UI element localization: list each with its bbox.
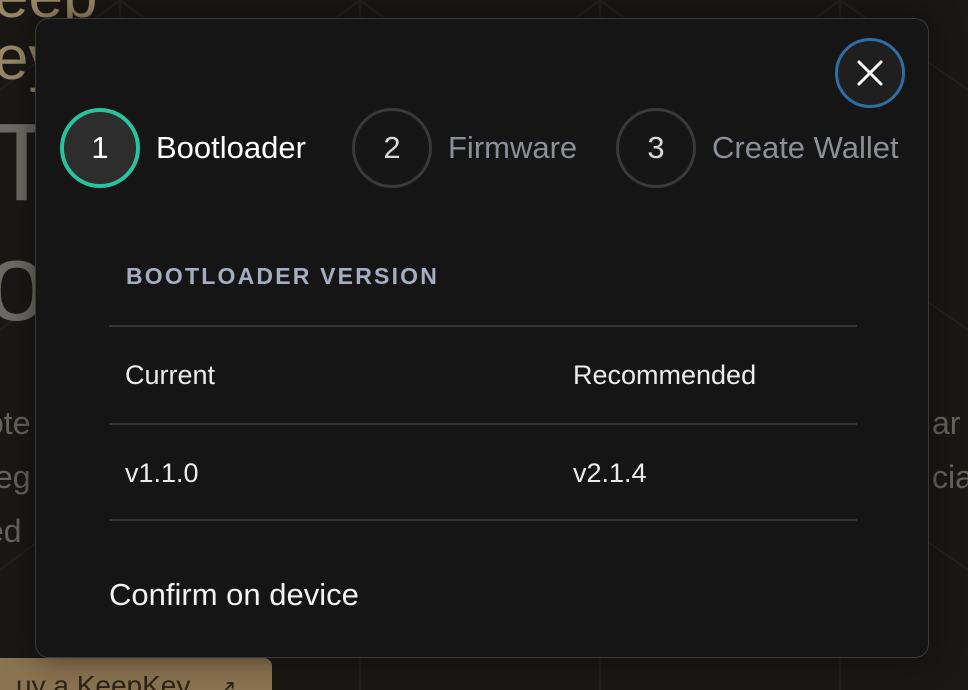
version-table: Current Recommended v1.1.0 v2.1.4 [109,325,857,521]
step-label: Create Wallet [712,130,899,165]
step-number-badge: 1 [60,108,140,188]
recommended-version-value: v2.1.4 [573,458,647,488]
close-button[interactable] [835,38,905,108]
step-bootloader[interactable]: 1 Bootloader [60,108,306,188]
step-number-badge: 2 [352,108,432,188]
background-paragraph-left-line: ote [0,405,31,441]
background-paragraph-left-line: feg [0,459,31,495]
table-row: v1.1.0 v2.1.4 [109,423,857,521]
step-create-wallet[interactable]: 3 Create Wallet [616,108,899,188]
current-version-value: v1.1.0 [125,458,199,488]
external-link-icon: ↗ [218,675,237,690]
setup-modal: 1 Bootloader 2 Firmware 3 Create Wallet … [35,18,929,658]
step-firmware[interactable]: 2 Firmware [352,108,577,188]
step-number-badge: 3 [616,108,696,188]
step-label: Firmware [448,130,578,165]
buy-keepkey-label: uy a KeepKey [16,670,191,690]
background-paragraph-left: ote feg ed [0,396,30,558]
background-paragraph-right-line: ar [932,405,961,441]
table-header-row: Current Recommended [109,325,857,423]
background-paragraph-right-line: cia [932,459,968,495]
column-header-recommended: Recommended [573,360,757,390]
section-heading: BOOTLOADER VERSION [126,263,440,289]
background-paragraph-right: ar cia [932,396,968,504]
close-icon [857,60,883,86]
background-paragraph-left-line: ed [0,513,22,549]
step-label: Bootloader [156,130,306,165]
column-header-current: Current [125,360,216,390]
confirm-on-device-text: Confirm on device [109,577,359,612]
buy-keepkey-button[interactable]: uy a KeepKey ↗ [0,658,272,690]
